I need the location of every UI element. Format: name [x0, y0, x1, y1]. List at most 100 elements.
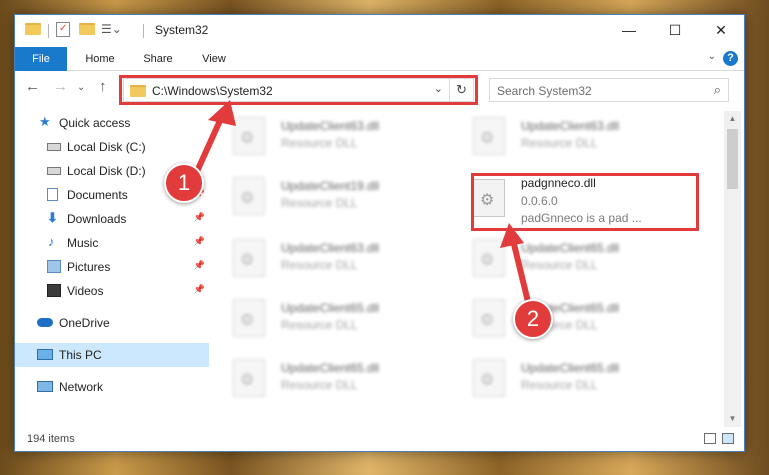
drive-icon	[47, 143, 61, 151]
file-type: Resource DLL	[281, 258, 358, 272]
scroll-down-icon[interactable]: ▼	[724, 411, 741, 427]
file-type: Resource DLL	[281, 136, 358, 150]
vertical-scrollbar[interactable]: ▲ ▼	[724, 111, 741, 427]
tab-view[interactable]: View	[191, 47, 237, 71]
sidebar-item-label: Music	[67, 236, 99, 250]
sidebar-item-pictures[interactable]: Pictures 📌	[15, 255, 209, 279]
drive-icon	[47, 167, 61, 175]
tiles-view-icon[interactable]	[722, 433, 734, 444]
dll-file-icon	[473, 239, 505, 277]
sidebar-item-label: Local Disk (D:)	[67, 164, 146, 178]
dll-file-icon	[473, 359, 505, 397]
tab-file[interactable]: File	[15, 47, 67, 71]
download-icon: ⬇	[47, 210, 58, 225]
dll-file-icon	[233, 117, 265, 155]
file-list: UpdateClient63.dll Resource DLL UpdateCl…	[213, 111, 723, 427]
up-button[interactable]: ↑	[99, 78, 107, 95]
scroll-thumb[interactable]	[727, 129, 738, 189]
search-box[interactable]: Search System32 ⌕	[489, 78, 729, 102]
file-tile[interactable]: UpdateClient63.dll Resource DLL	[213, 111, 443, 161]
pin-icon[interactable]: 📌	[194, 236, 205, 247]
status-bar: 194 items	[15, 427, 744, 451]
file-name: UpdateClient65.dll	[281, 361, 380, 375]
file-highlight	[471, 173, 699, 231]
file-name: UpdateClient65.dll	[281, 301, 380, 315]
sidebar-item-label: Pictures	[67, 260, 111, 274]
file-tile[interactable]: UpdateClient65.dll Resource DLL	[453, 293, 683, 343]
file-tile[interactable]: UpdateClient63.dll Resource DLL	[213, 233, 443, 283]
sidebar-item-videos[interactable]: Videos 📌	[15, 279, 209, 303]
file-type: Resource DLL	[281, 318, 358, 332]
file-tile[interactable]: UpdateClient65.dll Resource DLL	[453, 233, 683, 283]
sidebar-item-label: Downloads	[67, 212, 127, 226]
file-name: UpdateClient65.dll	[521, 241, 620, 255]
sidebar-item-label: Network	[59, 380, 104, 394]
back-button[interactable]: ←	[25, 78, 40, 95]
file-type: Resource DLL	[281, 196, 358, 210]
search-placeholder: Search System32	[497, 84, 592, 98]
close-button[interactable]: ✕	[698, 15, 744, 45]
forward-button[interactable]: →	[53, 78, 68, 95]
sidebar-item-music[interactable]: ♪ Music 📌	[15, 231, 209, 255]
customize-toolbar-icon[interactable]: ☰⌄	[101, 22, 122, 38]
file-type: Resource DLL	[521, 258, 598, 272]
tab-home[interactable]: Home	[75, 47, 125, 71]
network-icon	[37, 381, 53, 392]
videos-icon	[47, 284, 61, 297]
recent-locations-button[interactable]: ⌄	[77, 82, 85, 93]
sidebar-item-quick-access[interactable]: ★ Quick access	[15, 111, 209, 135]
sidebar-item-label: Quick access	[59, 116, 131, 130]
sidebar-item-label: Documents	[67, 188, 128, 202]
sidebar-item-this-pc[interactable]: This PC	[15, 343, 209, 367]
file-tile[interactable]: UpdateClient65.dll Resource DLL	[213, 353, 443, 403]
tab-share[interactable]: Share	[133, 47, 183, 71]
dll-file-icon	[233, 177, 265, 215]
divider	[143, 24, 144, 38]
pin-icon[interactable]: 📌	[194, 212, 205, 223]
sidebar-item-network[interactable]: Network	[15, 375, 209, 399]
music-icon: ♪	[48, 234, 55, 249]
sidebar-item-label: Local Disk (C:)	[67, 140, 146, 154]
minimize-button[interactable]: —	[606, 15, 652, 45]
star-icon: ★	[39, 114, 51, 129]
dll-file-icon	[473, 117, 505, 155]
sidebar-item-local-disk-c[interactable]: Local Disk (C:)	[15, 135, 209, 159]
item-count: 194 items	[27, 433, 75, 445]
properties-icon[interactable]: ✓	[56, 22, 70, 37]
sidebar-item-label: This PC	[59, 348, 102, 362]
step-1-badge: 1	[164, 163, 204, 203]
computer-icon	[37, 349, 53, 360]
new-folder-icon[interactable]	[79, 23, 95, 35]
pictures-icon	[47, 260, 61, 273]
file-name: UpdateClient65.dll	[521, 361, 620, 375]
pin-icon[interactable]: 📌	[194, 260, 205, 271]
file-type: Resource DLL	[281, 378, 358, 392]
details-view-icon[interactable]	[704, 433, 716, 444]
search-icon[interactable]: ⌕	[714, 82, 721, 98]
file-name: UpdateClient63.dll	[521, 119, 620, 133]
divider	[48, 24, 49, 38]
file-type: Resource DLL	[521, 136, 598, 150]
file-name: UpdateClient63.dll	[281, 119, 380, 133]
sidebar-item-label: OneDrive	[59, 316, 110, 330]
navigation-pane: ★ Quick access Local Disk (C:) Local Dis…	[15, 111, 211, 417]
maximize-button[interactable]: ☐	[652, 15, 698, 45]
help-icon[interactable]: ?	[723, 51, 738, 66]
file-tile[interactable]: UpdateClient65.dll Resource DLL	[213, 293, 443, 343]
file-tile[interactable]: UpdateClient19.dll Resource DLL	[213, 171, 443, 221]
sidebar-item-downloads[interactable]: ⬇ Downloads 📌	[15, 207, 209, 231]
scroll-up-icon[interactable]: ▲	[724, 111, 741, 127]
dll-file-icon	[473, 299, 505, 337]
ribbon: File Home Share View ⌄ ?	[15, 47, 744, 71]
step-2-badge: 2	[513, 299, 553, 339]
file-tile[interactable]: UpdateClient63.dll Resource DLL	[453, 111, 683, 161]
documents-icon	[47, 188, 58, 201]
pin-icon[interactable]: 📌	[194, 284, 205, 295]
sidebar-item-label: Videos	[67, 284, 104, 298]
sidebar-item-onedrive[interactable]: OneDrive	[15, 311, 209, 335]
file-tile[interactable]: UpdateClient65.dll Resource DLL	[453, 353, 683, 403]
cloud-icon	[37, 318, 53, 327]
expand-ribbon-icon[interactable]: ⌄	[708, 51, 716, 62]
file-name: UpdateClient63.dll	[281, 241, 380, 255]
dll-file-icon	[233, 359, 265, 397]
